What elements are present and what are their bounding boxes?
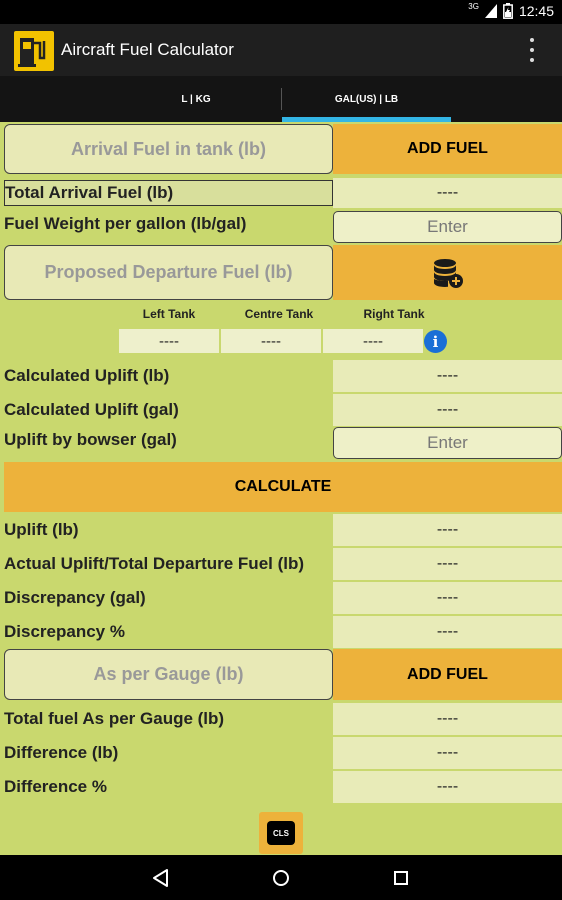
unit-tabs: L | KG GAL(US) | LB — [0, 76, 562, 122]
uplift-lb-label: Uplift (lb) — [4, 520, 79, 539]
total-arrival-fuel-value: ---- — [333, 178, 562, 208]
tab-gal-lb[interactable]: GAL(US) | LB — [282, 76, 451, 122]
difference-lb-value: ---- — [333, 737, 562, 769]
arrival-add-fuel-button[interactable]: ADD FUEL — [333, 124, 562, 174]
discrepancy-pct-value: ---- — [333, 616, 562, 648]
calculator-form: Arrival Fuel in tank (lb) ADD FUEL Total… — [0, 122, 562, 855]
calculated-uplift-lb-label: Calculated Uplift (lb) — [4, 366, 170, 385]
tab-l-kg[interactable]: L | KG — [110, 76, 282, 122]
uplift-bowser-label: Uplift by bowser (gal) — [4, 430, 177, 449]
actual-uplift-label: Actual Uplift/Total Departure Fuel (lb) — [4, 554, 305, 573]
app-title: Aircraft Fuel Calculator — [61, 40, 234, 59]
difference-pct-value: ---- — [333, 771, 562, 803]
total-gauge-label: Total fuel As per Gauge (lb) — [4, 709, 225, 728]
calculate-button[interactable]: CALCULATE — [4, 462, 562, 512]
difference-pct-label: Difference % — [4, 777, 107, 796]
total-gauge-value: ---- — [333, 703, 562, 735]
centre-tank-value[interactable]: ---- — [221, 329, 321, 353]
arrival-fuel-button[interactable]: Arrival Fuel in tank (lb) — [4, 124, 333, 174]
back-icon[interactable] — [141, 863, 181, 893]
discrepancy-pct-label: Discrepancy % — [4, 622, 125, 641]
fuel-weight-label: Fuel Weight per gallon (lb/gal) — [4, 214, 247, 233]
discrepancy-gal-label: Discrepancy (gal) — [4, 588, 146, 607]
database-add-button[interactable] — [333, 245, 562, 300]
total-arrival-fuel-label: Total Arrival Fuel (lb) — [4, 180, 333, 206]
status-icons: 3G 12:45 — [468, 1, 554, 20]
right-tank-value[interactable]: ---- — [323, 329, 423, 353]
actual-uplift-value: ---- — [333, 548, 562, 580]
database-add-icon — [433, 258, 463, 288]
network-type: 3G — [468, 1, 479, 11]
calculated-uplift-gal-label: Calculated Uplift (gal) — [4, 400, 179, 419]
fuel-weight-input[interactable]: Enter — [333, 211, 562, 243]
navigation-bar — [0, 855, 562, 900]
battery-icon — [503, 3, 513, 19]
difference-lb-label: Difference (lb) — [4, 743, 119, 762]
overflow-menu-icon[interactable] — [528, 38, 536, 62]
uplift-lb-value: ---- — [333, 514, 562, 546]
gauge-add-fuel-button[interactable]: ADD FUEL — [333, 649, 562, 700]
info-icon[interactable]: i — [424, 330, 447, 353]
action-bar: Aircraft Fuel Calculator — [0, 24, 562, 76]
left-tank-label: Left Tank — [142, 307, 196, 321]
left-tank-value[interactable]: ---- — [119, 329, 219, 353]
calculated-uplift-lb-value: ---- — [333, 360, 562, 392]
as-per-gauge-button[interactable]: As per Gauge (lb) — [4, 649, 333, 700]
clear-label: CLS — [267, 821, 295, 845]
status-time: 12:45 — [518, 3, 554, 19]
centre-tank-label: Centre Tank — [244, 307, 314, 321]
home-icon[interactable] — [261, 863, 301, 893]
calculated-uplift-gal-value: ---- — [333, 394, 562, 426]
signal-icon — [484, 4, 497, 18]
recents-icon[interactable] — [381, 863, 421, 893]
proposed-departure-fuel-button[interactable]: Proposed Departure Fuel (lb) — [4, 245, 333, 300]
discrepancy-gal-value: ---- — [333, 582, 562, 614]
fuel-pump-icon — [14, 31, 54, 71]
uplift-bowser-input[interactable]: Enter — [333, 427, 562, 459]
clear-button[interactable]: CLS — [259, 812, 303, 854]
right-tank-label: Right Tank — [363, 307, 425, 321]
status-bar: 3G 12:45 — [0, 0, 562, 24]
